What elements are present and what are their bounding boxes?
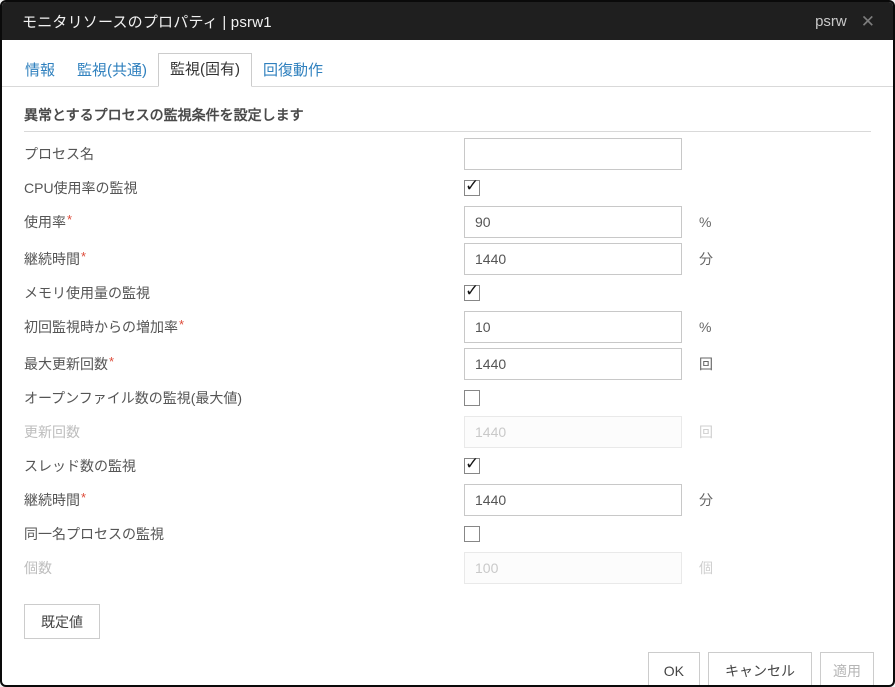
tab-recovery-action[interactable]: 回復動作 bbox=[252, 55, 334, 86]
process-name-label: プロセス名 bbox=[24, 144, 464, 164]
unit-suffix: 個 bbox=[699, 558, 713, 578]
cancel-button[interactable]: キャンセル bbox=[708, 652, 812, 687]
cpu-duration-label: 継続時間* bbox=[24, 249, 464, 269]
unit-suffix: % bbox=[699, 319, 711, 335]
monitor-resource-properties-dialog: モニタリソースのプロパティ | psrw1 psrw ✕ 情報 監視(共通) 監… bbox=[0, 0, 895, 687]
tab-monitor-common[interactable]: 監視(共通) bbox=[66, 55, 158, 86]
section-heading: 異常とするプロセスの監視条件を設定します bbox=[24, 105, 871, 132]
resource-name-label: psrw bbox=[815, 13, 847, 30]
memory-usage-monitor-label: メモリ使用量の監視 bbox=[24, 283, 464, 303]
refresh-count-label: 更新回数 bbox=[24, 422, 464, 442]
unit-suffix: % bbox=[699, 214, 711, 230]
tab-content: 異常とするプロセスの監視条件を設定します プロセス名 CPU使用率の監視 ✓ 使… bbox=[2, 105, 893, 639]
apply-button[interactable]: 適用 bbox=[820, 652, 874, 687]
memory-usage-monitor-checkbox[interactable]: ✓ bbox=[464, 285, 480, 301]
same-name-process-monitor-row: 同一名プロセスの監視 bbox=[24, 521, 871, 547]
unit-suffix: 分 bbox=[699, 249, 713, 269]
required-mark: * bbox=[67, 212, 72, 227]
tab-monitor-special[interactable]: 監視(固有) bbox=[158, 53, 252, 87]
check-mark-icon: ✓ bbox=[465, 282, 479, 299]
increase-rate-input[interactable] bbox=[464, 311, 682, 343]
cpu-duration-row: 継続時間* 分 bbox=[24, 243, 871, 275]
tab-info[interactable]: 情報 bbox=[14, 55, 66, 86]
max-refresh-count-label: 最大更新回数* bbox=[24, 354, 464, 374]
cpu-usage-monitor-checkbox[interactable]: ✓ bbox=[464, 180, 480, 196]
refresh-count-row: 更新回数 回 bbox=[24, 416, 871, 448]
process-count-row: 個数 個 bbox=[24, 552, 871, 584]
required-mark: * bbox=[81, 490, 86, 505]
refresh-count-input bbox=[464, 416, 682, 448]
process-name-input[interactable] bbox=[464, 138, 682, 170]
increase-rate-label: 初回監視時からの増加率* bbox=[24, 317, 464, 337]
process-count-input bbox=[464, 552, 682, 584]
max-refresh-count-input[interactable] bbox=[464, 348, 682, 380]
monitor-condition-form: プロセス名 CPU使用率の監視 ✓ 使用率* % 継続時間* 分 メモリ使用量の… bbox=[24, 138, 871, 584]
default-values-button[interactable]: 既定値 bbox=[24, 604, 100, 639]
dialog-footer: OK キャンセル 適用 bbox=[2, 652, 893, 687]
close-icon[interactable]: ✕ bbox=[861, 13, 875, 30]
open-files-monitor-row: オープンファイル数の監視(最大値) bbox=[24, 385, 871, 411]
thread-duration-row: 継続時間* 分 bbox=[24, 484, 871, 516]
open-files-monitor-label: オープンファイル数の監視(最大値) bbox=[24, 388, 464, 408]
open-files-monitor-checkbox[interactable] bbox=[464, 390, 480, 406]
max-refresh-count-row: 最大更新回数* 回 bbox=[24, 348, 871, 380]
memory-usage-monitor-row: メモリ使用量の監視 ✓ bbox=[24, 280, 871, 306]
titlebar-right: psrw ✕ bbox=[815, 13, 875, 30]
thread-count-monitor-checkbox[interactable]: ✓ bbox=[464, 458, 480, 474]
check-mark-icon: ✓ bbox=[465, 177, 479, 194]
process-count-label: 個数 bbox=[24, 558, 464, 578]
thread-duration-input[interactable] bbox=[464, 484, 682, 516]
cpu-usage-monitor-row: CPU使用率の監視 ✓ bbox=[24, 175, 871, 201]
usage-rate-input[interactable] bbox=[464, 206, 682, 238]
same-name-process-monitor-checkbox[interactable] bbox=[464, 526, 480, 542]
cpu-usage-monitor-label: CPU使用率の監視 bbox=[24, 178, 464, 198]
required-mark: * bbox=[109, 354, 114, 369]
cpu-duration-input[interactable] bbox=[464, 243, 682, 275]
same-name-process-monitor-label: 同一名プロセスの監視 bbox=[24, 524, 464, 544]
usage-rate-row: 使用率* % bbox=[24, 206, 871, 238]
increase-rate-row: 初回監視時からの増加率* % bbox=[24, 311, 871, 343]
required-mark: * bbox=[81, 249, 86, 264]
unit-suffix: 回 bbox=[699, 354, 713, 374]
unit-suffix: 回 bbox=[699, 422, 713, 442]
thread-count-monitor-row: スレッド数の監視 ✓ bbox=[24, 453, 871, 479]
ok-button[interactable]: OK bbox=[648, 652, 700, 687]
thread-duration-label: 継続時間* bbox=[24, 490, 464, 510]
dialog-titlebar: モニタリソースのプロパティ | psrw1 psrw ✕ bbox=[2, 2, 893, 40]
dialog-title: モニタリソースのプロパティ | psrw1 bbox=[22, 11, 272, 32]
required-mark: * bbox=[179, 317, 184, 332]
process-name-row: プロセス名 bbox=[24, 138, 871, 170]
thread-count-monitor-label: スレッド数の監視 bbox=[24, 456, 464, 476]
usage-rate-label: 使用率* bbox=[24, 212, 464, 232]
unit-suffix: 分 bbox=[699, 490, 713, 510]
check-mark-icon: ✓ bbox=[465, 455, 479, 472]
tab-bar: 情報 監視(共通) 監視(固有) 回復動作 bbox=[2, 54, 893, 87]
